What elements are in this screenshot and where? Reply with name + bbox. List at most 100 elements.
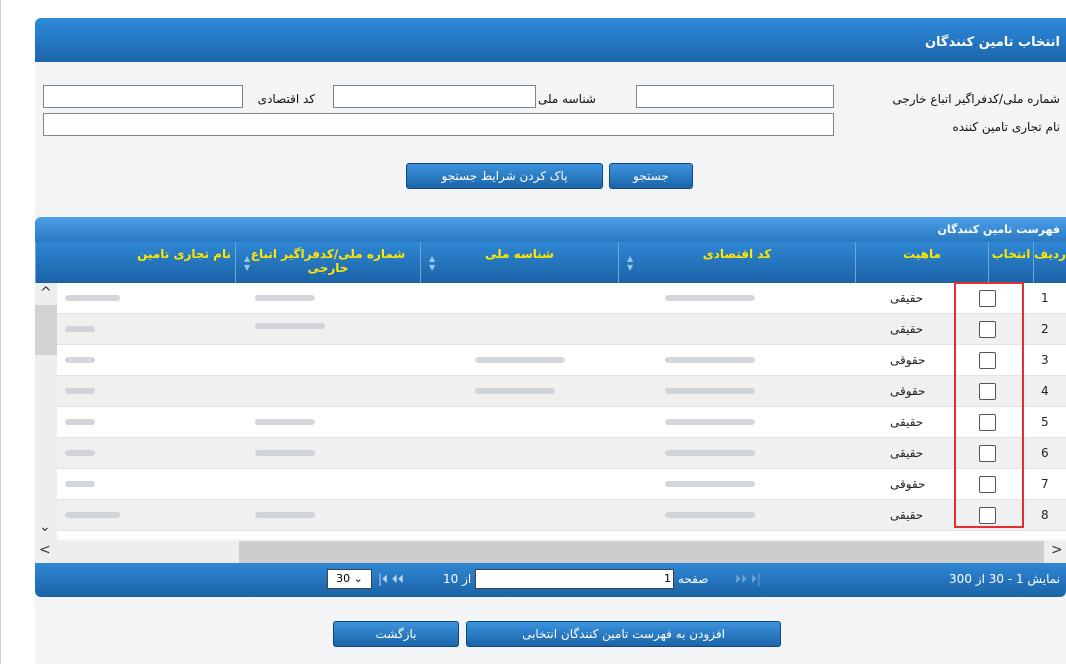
row-number: 4 <box>1041 384 1049 398</box>
row-number: 6 <box>1041 446 1049 460</box>
row-type: حقیقی <box>890 291 924 305</box>
row-select-checkbox[interactable] <box>979 352 996 369</box>
vertical-scrollbar[interactable]: ^ ⌄ <box>35 283 57 541</box>
row-number: 5 <box>1041 415 1049 429</box>
col-type[interactable]: ماهیت <box>855 242 988 283</box>
redacted-national-code <box>475 357 565 363</box>
table-row[interactable] <box>35 531 1066 539</box>
national-id-label: شماره ملی/کدفراگیر اتباع خارجی <box>892 92 1060 106</box>
pager-prev-icons[interactable]: |⏴ ⏴⏴ <box>378 572 404 587</box>
row-number: 2 <box>1041 322 1049 336</box>
redacted-trade-name <box>65 450 95 456</box>
row-type: حقوقی <box>890 353 926 367</box>
pager-next-icons[interactable]: ⏵⏵ ⏵| <box>735 572 761 587</box>
col-national-code[interactable]: شناسه ملی ▲ ▼ <box>420 242 618 283</box>
redacted-trade-name <box>65 512 120 518</box>
col-economic-code[interactable]: کد اقتصادی ▲ ▼ <box>618 242 855 283</box>
row-select-checkbox[interactable] <box>979 383 996 400</box>
trade-name-input[interactable] <box>43 113 834 136</box>
page-title: انتخاب تامین کنندگان <box>35 18 1066 62</box>
clear-search-button[interactable]: پاک کردن شرایط جستجو <box>406 163 603 189</box>
vertical-scroll-thumb[interactable] <box>35 305 57 355</box>
redacted-economic-code <box>665 481 755 487</box>
redacted-economic-code <box>665 512 755 518</box>
table-row[interactable]: 8 حقیقی <box>35 500 1066 531</box>
table-row[interactable]: 3 حقوقی <box>35 345 1066 376</box>
pager-summary: نمایش 1 - 30 از 300 <box>949 572 1060 586</box>
col-label: ماهیت <box>903 247 941 261</box>
redacted-national-id <box>255 295 315 301</box>
back-button[interactable]: بازگشت <box>333 621 459 647</box>
row-number: 1 <box>1041 291 1049 305</box>
col-label: کد اقتصادی <box>702 247 772 261</box>
economic-code-input[interactable] <box>43 85 243 108</box>
trade-name-label: نام تجاری تامین کننده <box>952 120 1060 134</box>
grid-header: ردیف انتخاب ماهیت کد اقتصادی ▲ ▼ شناسه ملی… <box>35 242 1066 283</box>
redacted-national-id <box>255 419 315 425</box>
national-code-label: شناسه ملی <box>537 92 596 106</box>
redacted-economic-code <box>665 450 755 456</box>
col-national-id[interactable]: شماره ملی/کدفراگیر اتباع خارجی ▲ ▼ <box>235 242 420 283</box>
col-label: ردیف <box>1034 247 1066 261</box>
sort-icon: ▲ ▼ <box>429 254 436 272</box>
row-type: حقوقی <box>890 384 926 398</box>
redacted-trade-name <box>65 357 95 363</box>
sort-icon: ▲ ▼ <box>244 254 251 272</box>
grid-pager: نمایش 1 - 30 از 300 ⏵⏵ ⏵| صفحه 1 از 10 |… <box>35 563 1066 597</box>
redacted-trade-name <box>65 388 95 394</box>
redacted-national-id <box>255 512 315 518</box>
redacted-economic-code <box>665 295 755 301</box>
scroll-down-icon[interactable]: ⌄ <box>39 519 51 535</box>
suppliers-grid: فهرست تامین کنندگان ردیف انتخاب ماهیت کد… <box>35 217 1066 597</box>
col-label: شماره ملی/کدفراگیر اتباع خارجی <box>250 247 406 275</box>
search-button[interactable]: جستجو <box>609 163 693 189</box>
page-size-select[interactable]: 30 ⌄ <box>327 569 372 589</box>
table-row[interactable]: 2 حقیقی <box>35 314 1066 345</box>
row-select-checkbox[interactable] <box>979 290 996 307</box>
redacted-economic-code <box>665 388 755 394</box>
table-row[interactable]: 7 حقوقی <box>35 469 1066 500</box>
redacted-trade-name <box>65 295 120 301</box>
row-select-checkbox[interactable] <box>979 414 996 431</box>
page-count-label: از 10 <box>443 572 472 586</box>
redacted-trade-name <box>65 481 95 487</box>
col-label: انتخاب <box>991 247 1031 261</box>
sort-icon: ▲ ▼ <box>627 254 634 272</box>
row-type: حقیقی <box>890 415 924 429</box>
table-row[interactable]: 6 حقیقی <box>35 438 1066 469</box>
horizontal-scroll-thumb[interactable] <box>239 541 1044 563</box>
col-label: شناسه ملی <box>485 247 554 261</box>
table-row[interactable]: 4 حقوقی <box>35 376 1066 407</box>
national-code-input[interactable] <box>333 85 536 108</box>
row-type: حقیقی <box>890 322 924 336</box>
row-select-checkbox[interactable] <box>979 321 996 338</box>
col-row-number[interactable]: ردیف <box>1033 242 1066 283</box>
scroll-right-icon[interactable]: > <box>1051 542 1063 558</box>
table-row[interactable]: 1 حقیقی <box>35 283 1066 314</box>
row-type: حقیقی <box>890 508 924 522</box>
col-label: نام تجاری تامین <box>137 247 231 261</box>
scroll-left-icon[interactable]: < <box>39 542 51 558</box>
add-to-selected-suppliers-button[interactable]: افزودن به فهرست تامین کنندگان انتخابی <box>466 621 781 647</box>
redacted-economic-code <box>665 357 755 363</box>
row-select-checkbox[interactable] <box>979 445 996 462</box>
redacted-economic-code <box>665 419 755 425</box>
page-size-value: 30 <box>336 572 351 585</box>
horizontal-scrollbar[interactable]: < > <box>35 541 1066 563</box>
row-select-checkbox[interactable] <box>979 476 996 493</box>
col-select[interactable]: انتخاب <box>988 242 1033 283</box>
page-label: صفحه <box>678 572 709 586</box>
redacted-national-id <box>255 323 325 329</box>
row-number: 7 <box>1041 477 1049 491</box>
page-number-input[interactable]: 1 <box>475 569 674 589</box>
row-select-checkbox[interactable] <box>979 507 996 524</box>
grid-title: فهرست تامین کنندگان <box>35 217 1066 242</box>
grid-rows: 1 حقیقی 2 حقیقی 3 حقوقی 4 حقوقی 5 حقیقی … <box>35 283 1066 539</box>
economic-code-label: کد اقتصادی <box>257 92 315 106</box>
row-type: حقیقی <box>890 446 924 460</box>
col-trade-name[interactable]: نام تجاری تامین <box>35 242 235 283</box>
table-row[interactable]: 5 حقیقی <box>35 407 1066 438</box>
scroll-up-icon[interactable]: ^ <box>40 285 52 301</box>
row-number: 8 <box>1041 508 1049 522</box>
national-id-input[interactable] <box>636 85 834 108</box>
